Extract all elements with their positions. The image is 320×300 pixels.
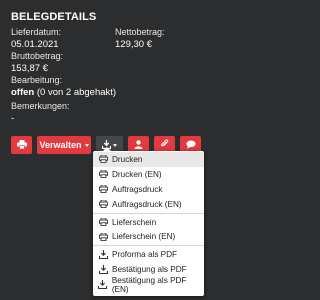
menu-item-proforma-pdf[interactable]: Proforma als PDF: [93, 247, 204, 262]
menu-item-label: Bestätigung als PDF: [112, 265, 187, 275]
printer-icon: [98, 170, 108, 179]
menu-item-label: Auftragsdruck (EN): [112, 199, 182, 209]
printer-icon: [98, 155, 108, 164]
menu-item-label: Bestätigung als PDF (EN): [111, 275, 187, 294]
lieferdatum-label: Lieferdatum:: [11, 27, 62, 37]
menu-divider: [93, 212, 204, 214]
bearbeitung-status: offen (0 von 2 abgehakt): [11, 86, 220, 99]
menu-item-drucken-en[interactable]: Drucken (EN): [93, 167, 204, 182]
printer-icon: [16, 139, 27, 151]
bearbeitung-status-detail: (0 von 2 abgehakt): [36, 87, 117, 98]
export-dropdown-menu: Drucken Drucken (EN) Auftragsdruck Auftr…: [93, 147, 204, 296]
bearbeitung-status-value: offen: [11, 87, 35, 98]
printer-icon: [98, 232, 108, 241]
menu-item-auftragsdruck-en[interactable]: Auftragsdruck (EN): [93, 197, 204, 212]
printer-icon: [98, 218, 108, 226]
menu-item-label: Proforma als PDF: [112, 250, 178, 260]
bemerkungen-label: Bemerkungen:: [11, 101, 70, 111]
section-title: BELEGDETAILS: [11, 11, 97, 23]
verwalten-label: Verwalten: [39, 140, 82, 150]
download-icon: [98, 250, 108, 260]
chevron-down-icon: [84, 143, 89, 147]
beleg-details-panel: BELEGDETAILS Lieferdatum: 05.01.2021 Net…: [0, 0, 220, 300]
download-icon: [98, 265, 108, 275]
menu-item-label: Drucken: [112, 154, 143, 164]
verwalten-button[interactable]: Verwalten: [37, 136, 91, 154]
bruttobetrag-value: 153,87 €: [11, 63, 48, 74]
bearbeitung-label: Bearbeitung:: [11, 75, 63, 85]
bemerkungen-value: -: [11, 113, 15, 124]
menu-item-drucken[interactable]: Drucken: [93, 152, 204, 167]
lieferdatum-value: 05.01.2021: [11, 39, 59, 50]
bruttobetrag-field: Bruttobetrag: 153,87 €: [11, 51, 220, 75]
bruttobetrag-label: Bruttobetrag:: [11, 51, 64, 61]
printer-icon: [98, 200, 108, 209]
menu-item-label: Drucken (EN): [112, 169, 162, 179]
bearbeitung-field: Bearbeitung: offen (0 von 2 abgehakt): [11, 75, 220, 99]
comment-icon: [185, 140, 196, 151]
user-icon: [134, 139, 143, 151]
lieferdatum-field: Lieferdatum: 05.01.2021: [11, 27, 115, 51]
print-button[interactable]: [11, 136, 32, 154]
menu-item-lieferschein-en[interactable]: Lieferschein (EN): [93, 229, 204, 244]
nettobetrag-value: 129,30 €: [115, 39, 152, 50]
nettobetrag-label: Nettobetrag:: [115, 27, 165, 37]
nettobetrag-field: Nettobetrag: 129,30 €: [115, 27, 215, 51]
menu-item-auftragsdruck[interactable]: Auftragsdruck: [93, 182, 204, 197]
menu-item-label: Lieferschein (EN): [112, 232, 176, 242]
download-icon: [98, 280, 108, 290]
menu-item-lieferschein[interactable]: Lieferschein: [93, 215, 204, 230]
printer-icon: [98, 185, 108, 194]
paperclip-icon: [160, 139, 169, 151]
chevron-down-icon: [113, 143, 117, 147]
menu-item-label: Lieferschein: [112, 217, 157, 227]
menu-divider: [93, 245, 204, 247]
dropdown-arrow: [103, 147, 111, 151]
menu-item-bestaetigung-pdf-en[interactable]: Bestätigung als PDF (EN): [93, 275, 204, 294]
menu-item-label: Auftragsdruck: [112, 184, 163, 194]
